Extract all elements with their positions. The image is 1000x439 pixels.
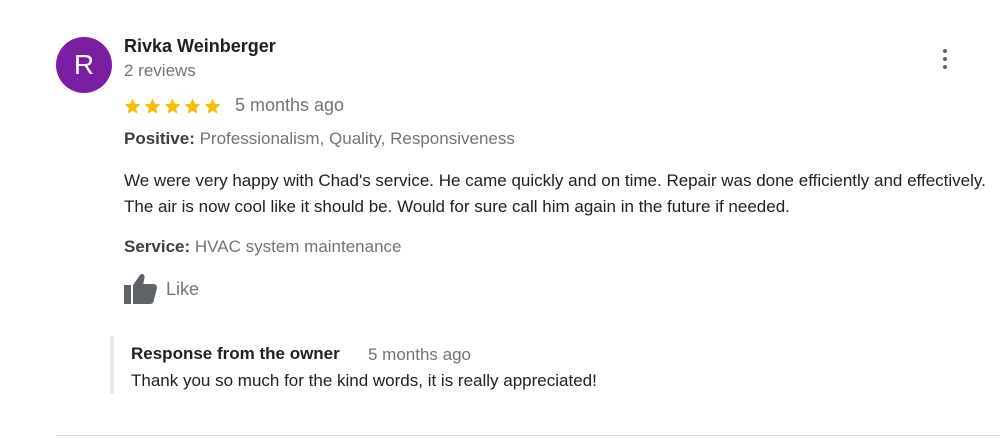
star-rating [123,94,223,118]
like-button[interactable]: Like [122,272,199,306]
reviewer-name[interactable]: Rivka Weinberger [124,36,276,57]
star-icon [184,98,201,114]
review-count[interactable]: 2 reviews [124,61,196,81]
thumbs-up-icon [124,273,157,304]
star-icon [164,98,181,114]
positive-attributes: Positive: Professionalism, Quality, Resp… [124,129,515,149]
more-vert-icon [943,49,947,53]
owner-response-title: Response from the owner [131,344,340,363]
positive-label: Positive: [124,129,195,148]
star-icon [144,98,161,114]
star-icon [124,98,141,114]
owner-response-date: 5 months ago [368,345,472,364]
owner-response: Response from the owner 5 months ago Tha… [110,336,994,394]
divider [56,435,1000,436]
star-icon [204,98,221,114]
service-value: HVAC system maintenance [194,237,402,256]
positive-value: Professionalism, Quality, Responsiveness [199,129,515,148]
avatar[interactable]: R [56,37,112,93]
like-label: Like [166,278,200,299]
service-label: Service: [124,237,191,256]
review-date: 5 months ago [235,95,345,115]
service-attribute: Service: HVAC system maintenance [124,237,402,257]
owner-response-text: Thank you so much for the kind words, it… [131,371,597,390]
more-vert-icon-dot [943,57,947,61]
review-text: We were very happy with Chad's service. … [124,171,986,216]
more-options-button[interactable] [930,44,960,74]
more-vert-icon-dot [943,65,947,69]
